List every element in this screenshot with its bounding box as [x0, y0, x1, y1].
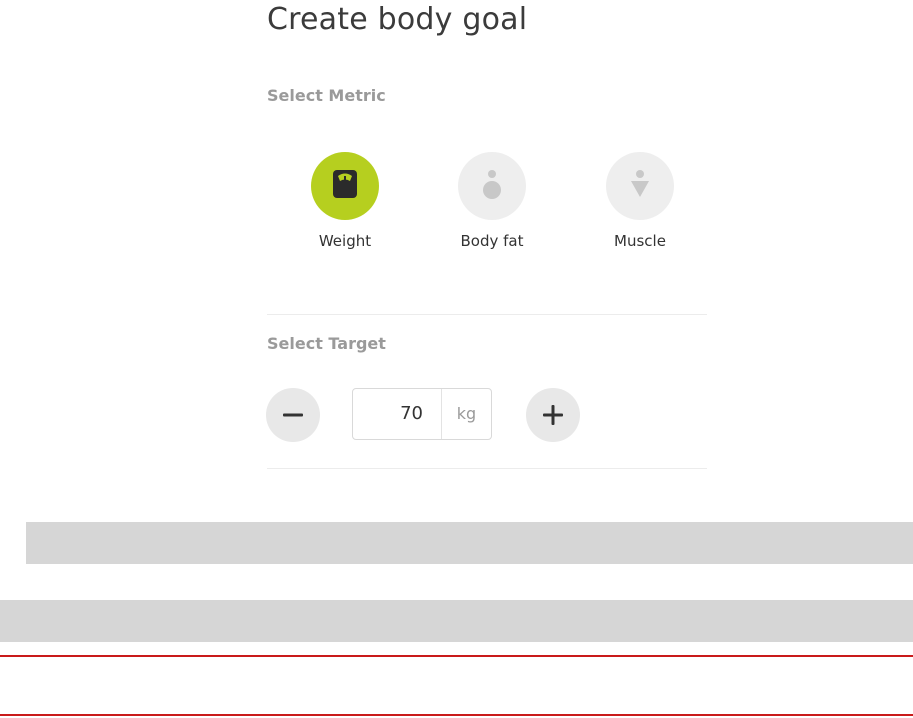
section-divider [267, 314, 707, 315]
muscle-icon [631, 170, 649, 197]
minus-icon [283, 413, 303, 417]
select-metric-label: Select Metric [267, 86, 386, 105]
increment-button[interactable] [526, 388, 580, 442]
red-rule [0, 655, 913, 657]
plus-icon [543, 405, 563, 425]
weight-circle [311, 152, 379, 220]
page-title: Create body goal [267, 2, 528, 37]
placeholder-bar [26, 522, 913, 564]
unit-label: kg [456, 404, 477, 423]
metric-option-muscle[interactable]: Muscle [585, 152, 695, 262]
target-value-input[interactable] [353, 389, 441, 439]
scale-icon [333, 170, 357, 198]
metric-label-muscle: Muscle [614, 232, 666, 250]
metric-option-weight[interactable]: Weight [290, 152, 400, 262]
red-rule [0, 714, 913, 716]
decrement-button[interactable] [266, 388, 320, 442]
placeholder-bar [0, 600, 913, 642]
metric-option-body-fat[interactable]: Body fat [437, 152, 547, 262]
metric-label-weight: Weight [318, 232, 372, 250]
section-divider-bottom [267, 468, 707, 469]
target-field: kg [352, 388, 492, 440]
metric-label-body-fat: Body fat [460, 232, 524, 250]
select-target-label: Select Target [267, 334, 386, 353]
body-fat-icon [483, 170, 501, 199]
muscle-circle [606, 152, 674, 220]
body-fat-circle [458, 152, 526, 220]
